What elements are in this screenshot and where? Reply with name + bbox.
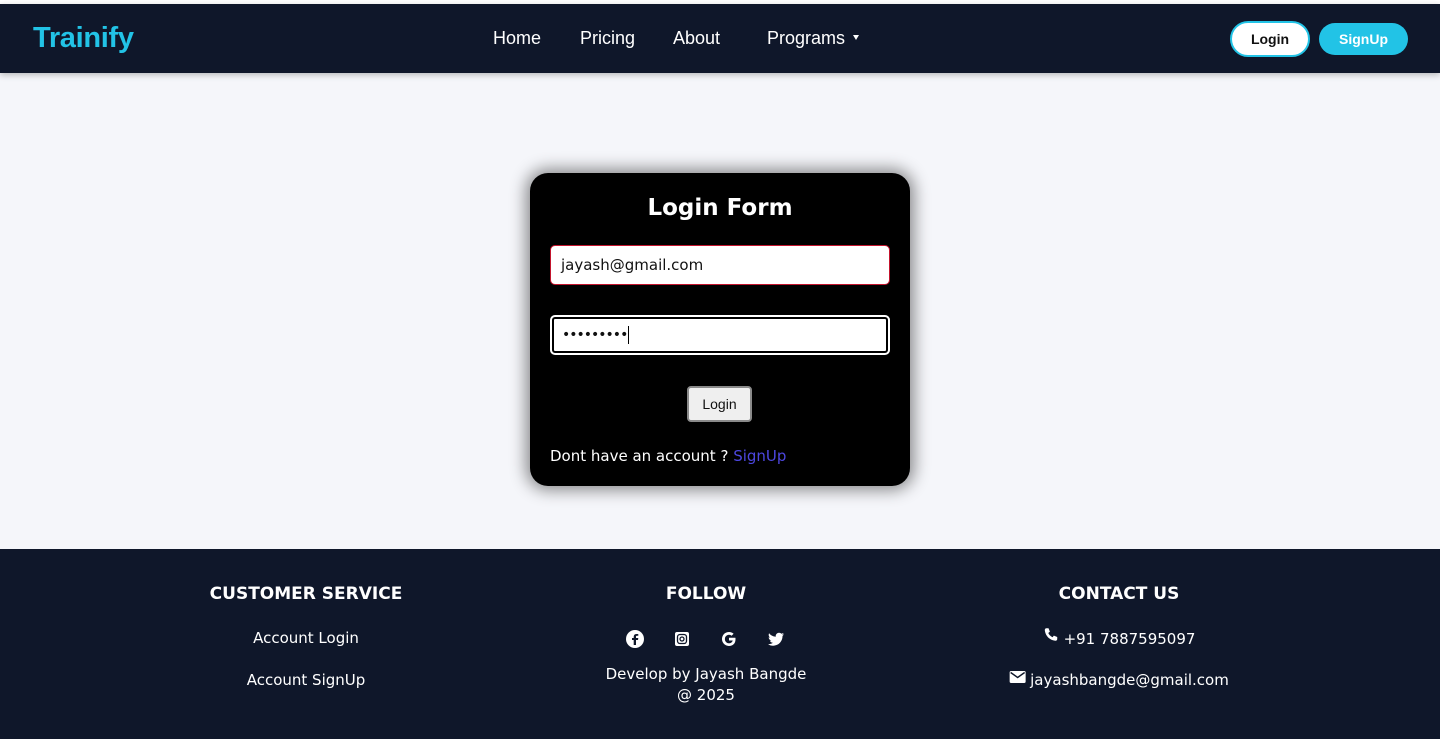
credit-line-2: @ 2025 — [677, 686, 735, 704]
envelope-icon — [1009, 670, 1026, 688]
email-field[interactable]: jayash@gmail.com — [550, 245, 890, 285]
contact-phone-text: +91 7887595097 — [1063, 630, 1196, 648]
text-cursor — [628, 326, 630, 344]
login-card: Login Form jayash@gmail.com ••••••••• Lo… — [530, 173, 910, 486]
developer-credit: Develop by Jayash Bangde @ 2025 — [596, 664, 816, 706]
phone-icon — [1043, 627, 1060, 648]
password-value: ••••••••• — [562, 327, 628, 343]
contact-heading: CONTACT US — [1058, 584, 1180, 604]
nav-home[interactable]: Home — [493, 28, 541, 49]
navbar: Trainify Home Pricing About Programs Log… — [0, 4, 1440, 73]
header-login-button[interactable]: Login — [1230, 21, 1310, 57]
contact-email[interactable]: jayashbangde@gmail.com — [1009, 670, 1229, 690]
nav-links: Home Pricing About Programs — [0, 28, 1440, 52]
login-form-title: Login Form — [647, 195, 793, 221]
follow-heading: FOLLOW — [665, 584, 747, 604]
credit-line-1: Develop by Jayash Bangde — [605, 665, 807, 683]
header-signup-button[interactable]: SignUp — [1319, 23, 1408, 55]
caret-down-icon — [853, 34, 860, 40]
password-field[interactable]: ••••••••• — [550, 315, 890, 355]
instagram-icon[interactable] — [672, 629, 692, 649]
nav-programs-dropdown[interactable]: Programs — [767, 28, 860, 49]
google-icon[interactable] — [719, 629, 739, 649]
contact-email-text: jayashbangde@gmail.com — [1030, 671, 1229, 689]
customer-service-heading: CUSTOMER SERVICE — [209, 584, 403, 604]
nav-programs-label: Programs — [767, 28, 846, 48]
facebook-icon[interactable] — [625, 629, 645, 649]
login-submit-button[interactable]: Login — [687, 386, 752, 422]
account-signup-link[interactable]: Account SignUp — [247, 671, 366, 689]
footer: CUSTOMER SERVICE Account Login Account S… — [0, 549, 1440, 739]
nav-about[interactable]: About — [673, 28, 720, 49]
email-value: jayash@gmail.com — [561, 256, 704, 274]
signup-link[interactable]: SignUp — [733, 447, 786, 465]
contact-phone[interactable]: +91 7887595097 — [1043, 627, 1196, 650]
account-login-link[interactable]: Account Login — [253, 629, 359, 647]
nav-pricing[interactable]: Pricing — [580, 28, 635, 49]
no-account-line: Dont have an account ? SignUp — [550, 447, 786, 465]
no-account-text: Dont have an account ? — [550, 447, 729, 465]
twitter-icon[interactable] — [766, 629, 786, 649]
